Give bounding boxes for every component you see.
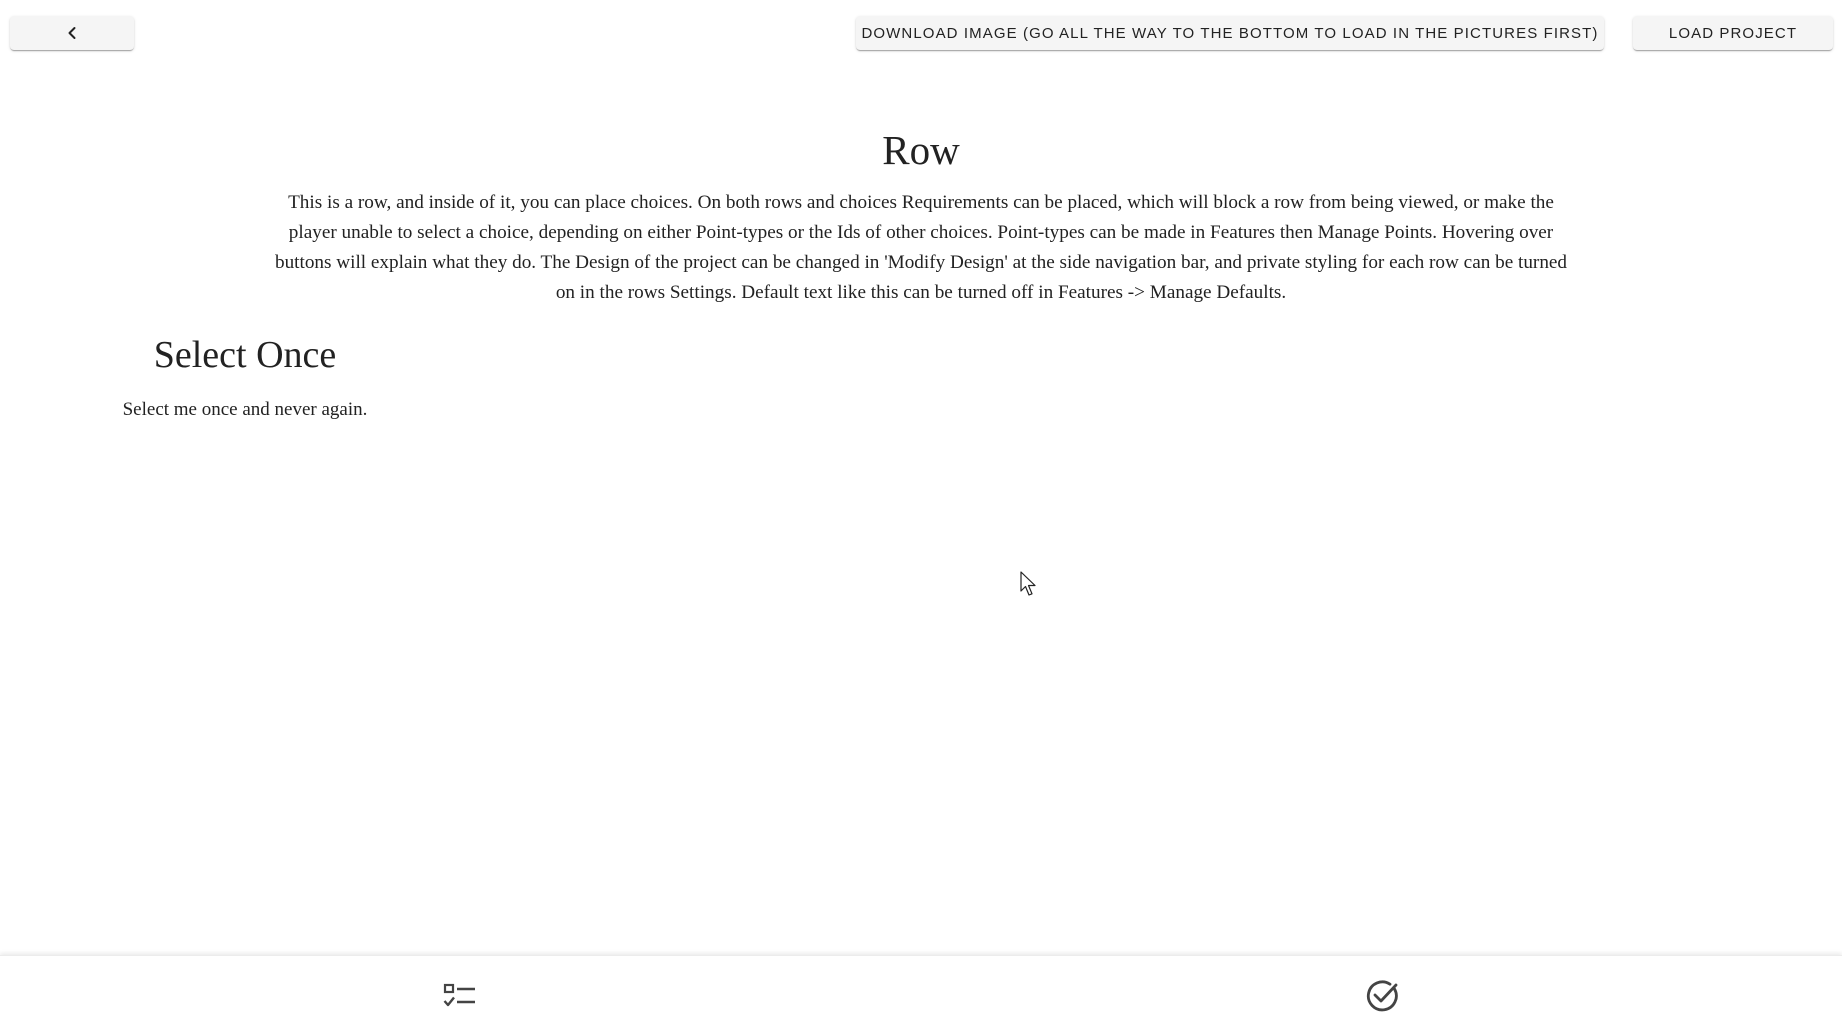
checklist-button[interactable] <box>440 976 480 1016</box>
chevron-left-icon <box>68 27 76 39</box>
page: DOWNLOAD IMAGE (GO ALL THE WAY TO THE BO… <box>0 0 1842 1026</box>
check-circle-icon <box>1366 980 1398 1012</box>
mouse-cursor-icon <box>1020 571 1036 596</box>
choice-description: Select me once and never again. <box>122 399 368 420</box>
download-image-button[interactable]: DOWNLOAD IMAGE (GO ALL THE WAY TO THE BO… <box>856 16 1604 50</box>
bottom-navigation <box>0 955 1842 1026</box>
choice-title: Select Once <box>153 334 337 376</box>
check-circle-button[interactable] <box>1362 976 1402 1016</box>
row-description: This is a row, and inside of it, you can… <box>274 192 1568 303</box>
checklist-icon <box>443 983 475 1007</box>
back-button[interactable] <box>10 16 134 50</box>
load-project-button[interactable]: LOAD PROJECT <box>1633 16 1833 50</box>
row-title: Row <box>882 127 960 173</box>
